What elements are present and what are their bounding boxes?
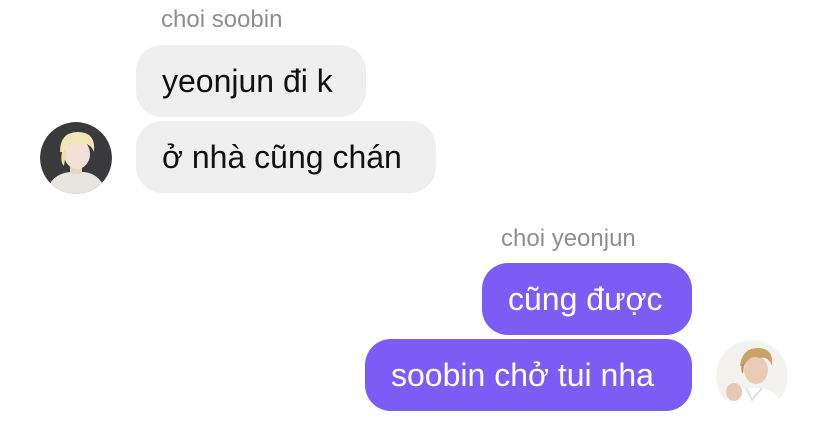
outgoing-message-bubble[interactable]: cũng được <box>482 263 692 335</box>
incoming-sender-name: choi soobin <box>161 6 283 33</box>
incoming-avatar[interactable] <box>40 122 112 194</box>
chat-thread: choi soobin yeonjun đi k ở nhà cũng chán… <box>0 0 828 436</box>
user-avatar-icon <box>716 340 788 412</box>
incoming-message-bubble[interactable]: ở nhà cũng chán <box>136 121 436 193</box>
outgoing-sender-name: choi yeonjun <box>501 225 636 252</box>
incoming-message-bubble[interactable]: yeonjun đi k <box>136 45 366 117</box>
outgoing-message-bubble[interactable]: soobin chở tui nha <box>365 339 692 411</box>
user-avatar-icon <box>40 122 112 194</box>
outgoing-avatar[interactable] <box>716 340 788 412</box>
